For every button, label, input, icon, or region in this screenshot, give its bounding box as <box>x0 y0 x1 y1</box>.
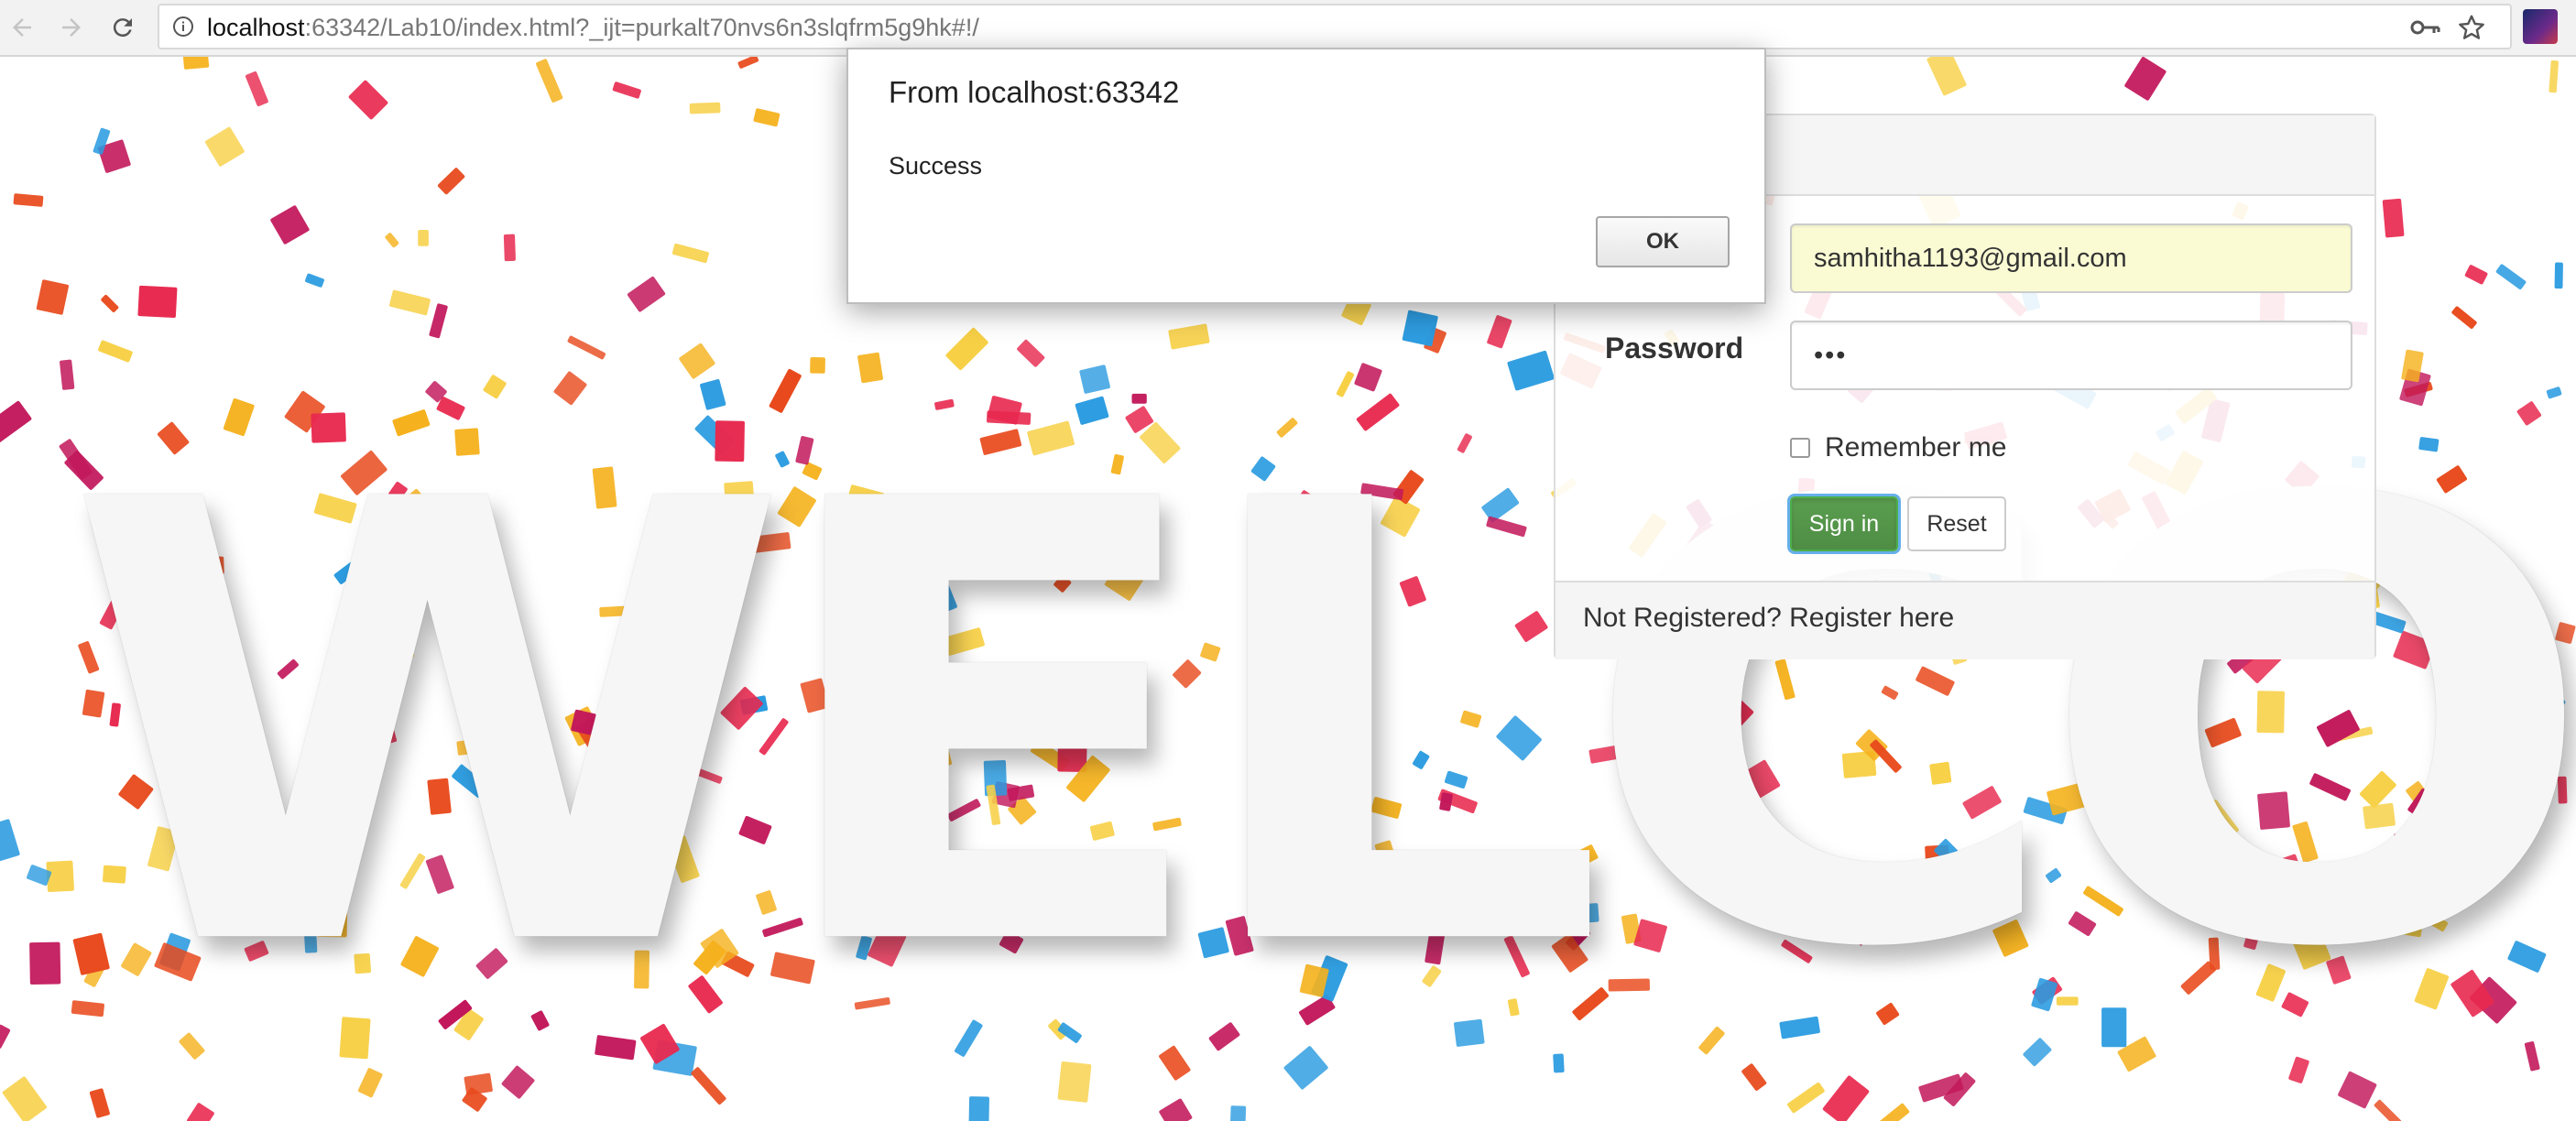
confetti-piece <box>187 1103 214 1121</box>
remember-checkbox[interactable] <box>1790 438 1810 458</box>
password-field[interactable]: ••• <box>1790 321 2352 390</box>
star-icon[interactable] <box>2457 13 2486 42</box>
confetti-piece <box>503 234 516 262</box>
confetti-piece <box>2464 265 2488 285</box>
email-field[interactable]: samhitha1193@gmail.com <box>1790 223 2352 293</box>
sign-in-button[interactable]: Sign in <box>1790 496 1898 551</box>
confetti-piece <box>2124 57 2167 101</box>
confetti-piece <box>1159 1098 1193 1121</box>
url-text: localhost:63342/Lab10/index.html?_ijt=pu… <box>207 13 979 42</box>
confetti-piece <box>29 941 61 985</box>
confetti-piece <box>627 276 666 312</box>
back-button[interactable] <box>2 7 42 48</box>
reset-button[interactable]: Reset <box>1907 496 2006 551</box>
confetti-piece <box>1822 1075 1870 1121</box>
key-icon[interactable] <box>2409 14 2442 41</box>
confetti-piece <box>348 80 388 120</box>
confetti-piece <box>1168 323 1210 350</box>
confetti-piece <box>1017 339 1045 367</box>
alert-dialog: From localhost:63342 Success OK <box>846 48 1766 304</box>
password-label: Password <box>1605 332 1744 365</box>
ok-button[interactable]: OK <box>1596 216 1730 267</box>
confetti-piece <box>968 1096 989 1121</box>
forward-icon <box>62 18 81 37</box>
confetti-piece <box>1487 315 1512 349</box>
confetti-piece <box>2451 306 2477 329</box>
confetti-piece <box>2374 1099 2402 1121</box>
extension-icon[interactable] <box>2523 9 2558 44</box>
dialog-title: From localhost:63342 <box>889 75 1180 109</box>
back-icon <box>13 18 31 37</box>
confetti-piece <box>1869 1103 1910 1121</box>
confetti-piece <box>2495 264 2527 290</box>
confetti-piece <box>1787 1082 1825 1114</box>
confetti-piece <box>0 819 20 864</box>
register-link[interactable]: Not Registered? Register here <box>1583 603 1954 634</box>
confetti-piece <box>429 303 448 339</box>
address-bar[interactable]: localhost:63342/Lab10/index.html?_ijt=pu… <box>158 4 2512 49</box>
panel-footer: Not Registered? Register here <box>1555 581 2374 659</box>
confetti-piece <box>2 1076 48 1121</box>
confetti-piece <box>305 273 324 288</box>
confetti-piece <box>418 229 429 246</box>
confetti-piece <box>0 1024 11 1049</box>
confetti-piece <box>389 289 431 316</box>
confetti-piece <box>567 335 606 360</box>
confetti-piece <box>270 205 310 245</box>
confetti-piece <box>36 279 69 315</box>
reload-icon <box>113 18 132 38</box>
confetti-piece <box>753 108 780 127</box>
confetti-piece <box>1230 1105 1247 1121</box>
confetti-piece <box>689 102 721 114</box>
confetti-piece <box>204 126 245 167</box>
confetti-piece <box>89 1088 110 1118</box>
confetti-piece <box>13 193 44 207</box>
remember-label[interactable]: Remember me <box>1825 432 2006 463</box>
confetti-piece <box>0 400 32 444</box>
reload-button[interactable] <box>103 7 143 48</box>
info-icon[interactable] <box>172 16 194 38</box>
confetti-piece <box>671 243 709 264</box>
confetti-piece <box>385 233 399 248</box>
confetti-piece <box>2549 60 2559 93</box>
forward-button[interactable] <box>51 7 92 48</box>
url-path: :63342/Lab10/index.html?_ijt=purkalt70nv… <box>304 14 979 41</box>
confetti-piece <box>2382 198 2405 238</box>
confetti-piece <box>810 356 825 374</box>
confetti-piece <box>945 327 988 371</box>
confetti-piece <box>245 71 268 107</box>
url-host: localhost <box>207 14 305 41</box>
confetti-piece <box>536 59 563 103</box>
confetti-piece <box>137 285 178 319</box>
dialog-message: Success <box>889 152 983 180</box>
confetti-piece <box>1402 310 1438 347</box>
confetti-piece <box>182 57 210 70</box>
confetti-piece <box>1927 57 1967 96</box>
confetti-piece <box>98 340 133 363</box>
confetti-piece <box>737 57 759 69</box>
confetti-piece <box>612 82 641 99</box>
confetti-piece <box>2554 262 2563 289</box>
confetti-piece <box>101 294 119 312</box>
confetti-piece <box>437 168 465 195</box>
